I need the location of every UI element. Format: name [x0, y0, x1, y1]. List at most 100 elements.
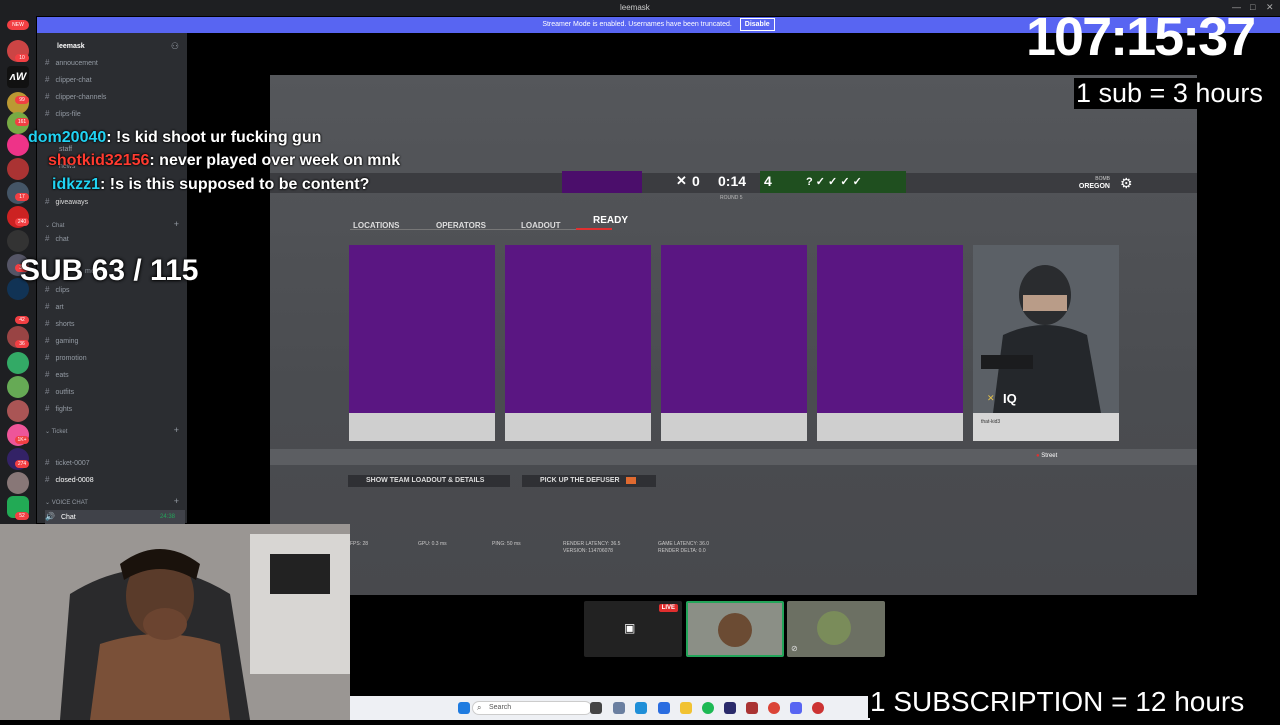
unread-badge: 99: [15, 96, 29, 104]
unread-badge: 10: [15, 54, 29, 62]
channel-shorts[interactable]: # shorts: [45, 317, 185, 331]
hash-icon: #: [45, 109, 50, 118]
channel-eats[interactable]: # eats: [45, 368, 185, 382]
unread-badge: 36: [15, 340, 29, 348]
start-icon[interactable]: [458, 702, 470, 714]
spotify-icon[interactable]: [702, 702, 714, 714]
unread-badge: 240: [15, 218, 29, 226]
add-channel-icon[interactable]: +: [174, 425, 179, 435]
channel-promotion[interactable]: # promotion: [45, 351, 185, 365]
round-label: ROUND 5: [720, 195, 743, 201]
channel-annoucement[interactable]: # annoucement: [45, 56, 185, 70]
app-icon[interactable]: [746, 702, 758, 714]
hash-icon: #: [45, 75, 50, 84]
channel-art[interactable]: # art: [45, 300, 185, 314]
edge-icon[interactable]: [635, 702, 647, 714]
hash-icon: #: [45, 353, 50, 362]
server-icon[interactable]: [7, 352, 29, 374]
add-channel-icon[interactable]: +: [174, 496, 179, 506]
muted-icon: ⊘: [791, 644, 798, 653]
server-icon[interactable]: [7, 472, 29, 494]
window-title: leemask: [620, 3, 650, 12]
unread-badge: 42: [15, 316, 29, 324]
channel-closed-0008[interactable]: # closed-0008: [45, 473, 185, 487]
premiere-icon[interactable]: [724, 702, 736, 714]
category-ticket[interactable]: ⌄ Ticket: [45, 428, 67, 435]
participant-tile-screenshare[interactable]: LIVE ▣: [584, 601, 682, 657]
channel-giveaways[interactable]: # giveaways: [45, 195, 185, 209]
channel-chat[interactable]: # chat: [45, 232, 185, 246]
team-color-bar: [562, 171, 642, 193]
channel-clipper-channels[interactable]: # clipper-channels: [45, 90, 185, 104]
show-team-loadout-button[interactable]: SHOW TEAM LOADOUT & DETAILS: [348, 475, 510, 487]
participant-tile[interactable]: [686, 601, 784, 657]
operator-card-iq[interactable]: ✕ IQ that-kid3: [973, 245, 1119, 441]
unread-badge: 17: [15, 193, 29, 201]
windows-taskbar: ⌕ Search: [350, 696, 870, 720]
voice-channel-chat[interactable]: 🔊 Chat 24:38: [45, 510, 185, 524]
defuser-icon: [625, 476, 636, 484]
file-explorer-icon[interactable]: [680, 702, 692, 714]
add-channel-icon[interactable]: +: [174, 219, 179, 229]
pick-up-defuser-button[interactable]: PICK UP THE DEFUSER: [522, 475, 656, 487]
disable-streamer-mode-button[interactable]: Disable: [739, 18, 775, 31]
chat-message: idkzz1: !s is this supposed to be conten…: [52, 176, 370, 193]
server-icon[interactable]: [7, 230, 29, 252]
voice-timer: 24:38: [159, 514, 175, 520]
add-member-icon[interactable]: ⚇: [171, 41, 179, 52]
score-right: 4: [764, 173, 772, 189]
channel-clipper-chat[interactable]: # clipper-chat: [45, 73, 185, 87]
channel-ticket-0007[interactable]: # ticket-0007: [45, 456, 185, 470]
chrome-icon[interactable]: [768, 702, 780, 714]
operator-slot-empty[interactable]: [817, 245, 963, 441]
search-icon: ⌕: [477, 703, 482, 712]
server-icon[interactable]: [7, 134, 29, 156]
hash-icon: #: [45, 319, 50, 328]
settings-gear-icon[interactable]: ⚙: [1120, 175, 1133, 192]
sub-counter: SUB 63 / 115: [20, 254, 199, 287]
render-latency-stat: RENDER LATENCY: 36.5: [563, 541, 621, 547]
server-icon[interactable]: [7, 158, 29, 180]
operator-portrait: [973, 245, 1119, 413]
fps-stat: FPS: 28: [350, 541, 369, 547]
operator-slot-empty[interactable]: [349, 245, 495, 441]
channel-outfits[interactable]: # outfits: [45, 385, 185, 399]
server-icon[interactable]: [7, 376, 29, 398]
hash-icon: #: [45, 197, 50, 206]
hash-icon: #: [45, 58, 50, 67]
channel-fights[interactable]: # fights: [45, 402, 185, 416]
gpu-stat: GPU: 0.3 ms: [418, 541, 447, 547]
operator-slot-empty[interactable]: [505, 245, 651, 441]
taskbar-search[interactable]: ⌕ Search: [472, 701, 592, 715]
operator-player: that-kid3: [981, 419, 1001, 425]
category-chat[interactable]: ⌄ Chat: [45, 222, 64, 229]
hash-icon: #: [45, 302, 50, 311]
server-icon[interactable]: [7, 400, 29, 422]
new-badge[interactable]: NEW: [7, 20, 29, 30]
map-type: BOMB: [1095, 176, 1110, 182]
server-name[interactable]: leemask: [57, 43, 85, 50]
taskview-icon[interactable]: [590, 702, 602, 714]
obs-icon[interactable]: [812, 702, 824, 714]
discord-icon[interactable]: [790, 702, 802, 714]
close-button[interactable]: ✕: [1266, 2, 1274, 13]
store-icon[interactable]: [658, 702, 670, 714]
category-voice-chat[interactable]: ⌄ VOICE CHAT: [45, 499, 88, 506]
settings-icon[interactable]: [613, 702, 625, 714]
tab-ready[interactable]: READY: [593, 215, 628, 226]
ping-stat: PING: 50 ms: [492, 541, 521, 547]
operator-name: IQ: [1003, 391, 1017, 406]
live-badge: LIVE: [658, 604, 678, 612]
game-latency-stat: GAME LATENCY: 36.0: [658, 541, 710, 547]
operator-slot-empty[interactable]: [661, 245, 807, 441]
hash-icon: #: [45, 370, 50, 379]
hash-icon: #: [45, 404, 50, 413]
screenshare-icon: ▣: [624, 621, 636, 635]
hash-icon: #: [45, 458, 50, 467]
channel-gaming[interactable]: # gaming: [45, 334, 185, 348]
webcam-feed: [0, 524, 350, 720]
channel-clips-file[interactable]: # clips-file: [45, 107, 185, 121]
participant-tile[interactable]: ⊘: [787, 601, 885, 657]
server-icon[interactable]: ʌW: [7, 66, 29, 88]
unread-badge: 161: [15, 118, 29, 126]
